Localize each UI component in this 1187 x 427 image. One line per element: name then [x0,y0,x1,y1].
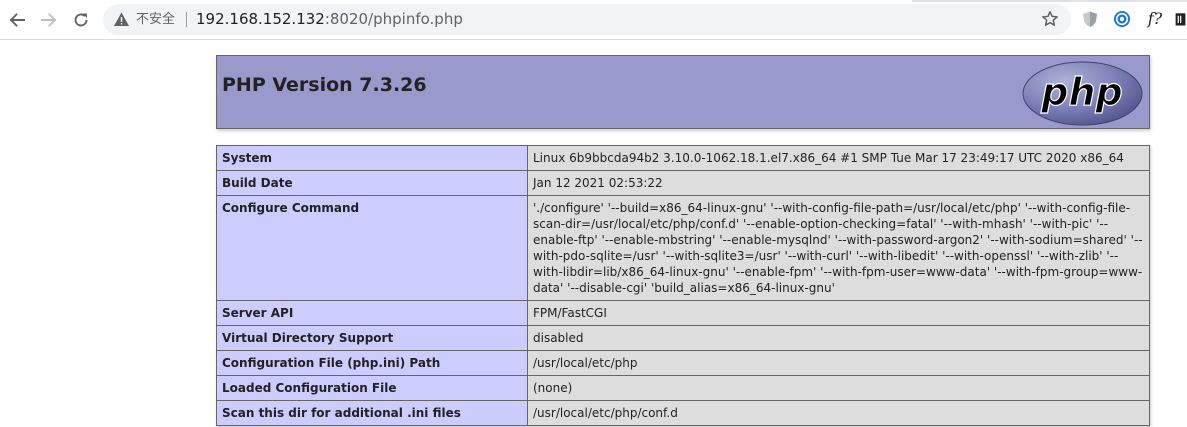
phpinfo-table: System Linux 6b9bbcda94b2 3.10.0-1062.18.… [216,145,1150,426]
table-row: Scan this dir for additional .ini files /… [216,400,1150,426]
url-text[interactable]: 192.168.152.132:8020/phpinfo.php [196,10,463,29]
row-label: Loaded Configuration File [216,375,528,401]
phpinfo-container: PHP Version 7.3.26 php System Linux 6b9bb… [216,55,1150,426]
table-row: Virtual Directory Support disabled [216,325,1150,351]
table-row: Configure Command './configure' '--build=… [216,195,1150,301]
table-row: Loaded Configuration File (none) [216,375,1150,401]
row-value: (none) [527,375,1150,401]
row-label: Scan this dir for additional .ini files [216,400,528,426]
reload-button[interactable] [69,8,93,32]
table-row: Configuration File (php.ini) Path/usr/lo… [216,350,1150,376]
row-value: disabled [527,325,1150,351]
back-button[interactable] [5,8,29,32]
row-label: Configuration File (php.ini) Path [216,350,528,376]
row-value: Jan 12 2021 02:53:22 [527,170,1150,196]
arrow-right-icon [41,13,57,27]
row-value: Linux 6b9bbcda94b2 3.10.0-1062.18.1.el7.… [527,145,1150,171]
row-value: /usr/local/etc/php [527,350,1150,376]
row-value: FPM/FastCGI [527,300,1150,326]
table-row: Build Date Jan 12 2021 02:53:22 [216,170,1150,196]
at-sign-icon [1114,11,1130,27]
warning-icon[interactable] [113,11,130,28]
security-status[interactable]: 不安全 [136,11,175,28]
url-host: 192.168.152.132 [196,10,325,28]
row-label: Server API [216,300,528,326]
extension-more-button[interactable] [1174,9,1187,29]
browser-toolbar: 不安全 192.168.152.132:8020/phpinfo.php f? [0,0,1187,40]
php-logo-text: php [1040,70,1122,114]
extension-ublock-button[interactable] [1112,9,1132,29]
row-label: Virtual Directory Support [216,325,528,351]
row-label: Build Date [216,170,528,196]
url-path: :8020/phpinfo.php [324,10,463,28]
bookmark-star-icon[interactable] [1041,10,1059,28]
address-bar[interactable]: 不安全 192.168.152.132:8020/phpinfo.php [103,4,1071,35]
reload-icon [74,13,88,27]
php-logo-icon[interactable]: php [1022,61,1143,126]
function-icon: f? [1147,9,1163,28]
row-value: /usr/local/etc/php/conf.d [527,400,1150,426]
arrow-left-icon [9,13,25,27]
tab-strip-edge [0,0,1187,2]
address-divider [186,12,187,27]
page-title: PHP Version 7.3.26 [222,74,427,96]
table-row: System Linux 6b9bbcda94b2 3.10.0-1062.18.… [216,145,1150,171]
shield-icon [1083,11,1097,27]
trash-icon [1175,13,1186,26]
extension-fx-button[interactable]: f? [1143,9,1167,29]
extension-shield-button[interactable] [1080,9,1100,29]
table-row: Server API FPM/FastCGI [216,300,1150,326]
row-value: './configure' '--build=x86_64-linux-gnu'… [527,195,1150,301]
row-label: System [216,145,528,171]
row-label: Configure Command [216,195,528,301]
forward-button[interactable] [37,8,61,32]
php-version-header: PHP Version 7.3.26 php [216,55,1150,129]
